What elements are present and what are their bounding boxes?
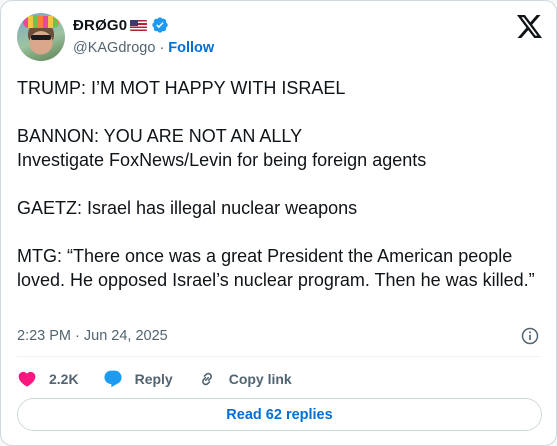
us-flag-icon bbox=[130, 19, 148, 31]
separator-dot: · bbox=[159, 40, 165, 56]
info-icon[interactable] bbox=[520, 326, 540, 346]
handle-row: @KAGdrogo · Follow bbox=[73, 40, 214, 56]
action-bar: 2.2K Reply Copy link bbox=[17, 367, 316, 391]
avatar[interactable] bbox=[17, 13, 65, 61]
read-replies-button[interactable]: Read 62 replies bbox=[17, 398, 542, 431]
reply-label: Reply bbox=[134, 371, 173, 387]
embedded-post-card: ÐRØG0 @KAGdrogo · Follow TRUMP: I’M MOT … bbox=[0, 0, 557, 446]
verified-badge-icon bbox=[152, 17, 169, 33]
reply-button[interactable]: Reply bbox=[103, 369, 173, 389]
display-name[interactable]: ÐRØG0 bbox=[73, 17, 127, 34]
display-name-row: ÐRØG0 bbox=[73, 15, 214, 35]
avatar-flower-crown bbox=[23, 16, 59, 28]
x-logo-icon[interactable] bbox=[517, 15, 542, 38]
heart-icon bbox=[18, 371, 36, 387]
link-icon bbox=[201, 372, 212, 386]
post-text: TRUMP: I’M MOT HAPPY WITH ISRAEL BANNON:… bbox=[17, 78, 535, 290]
post-timestamp[interactable]: 2:23 PM · Jun 24, 2025 bbox=[17, 328, 168, 344]
follow-link[interactable]: Follow bbox=[168, 40, 214, 56]
like-count: 2.2K bbox=[49, 371, 79, 387]
handle[interactable]: @KAGdrogo bbox=[73, 40, 155, 56]
reply-bubble-icon bbox=[104, 370, 122, 388]
post-header: ÐRØG0 @KAGdrogo · Follow bbox=[17, 13, 542, 61]
like-button[interactable]: 2.2K bbox=[17, 369, 79, 389]
author-names: ÐRØG0 @KAGdrogo · Follow bbox=[73, 15, 214, 57]
copy-link-label: Copy link bbox=[228, 371, 292, 387]
divider bbox=[17, 356, 540, 357]
copy-link-button[interactable]: Copy link bbox=[197, 369, 292, 389]
avatar-sunglasses bbox=[31, 35, 51, 40]
